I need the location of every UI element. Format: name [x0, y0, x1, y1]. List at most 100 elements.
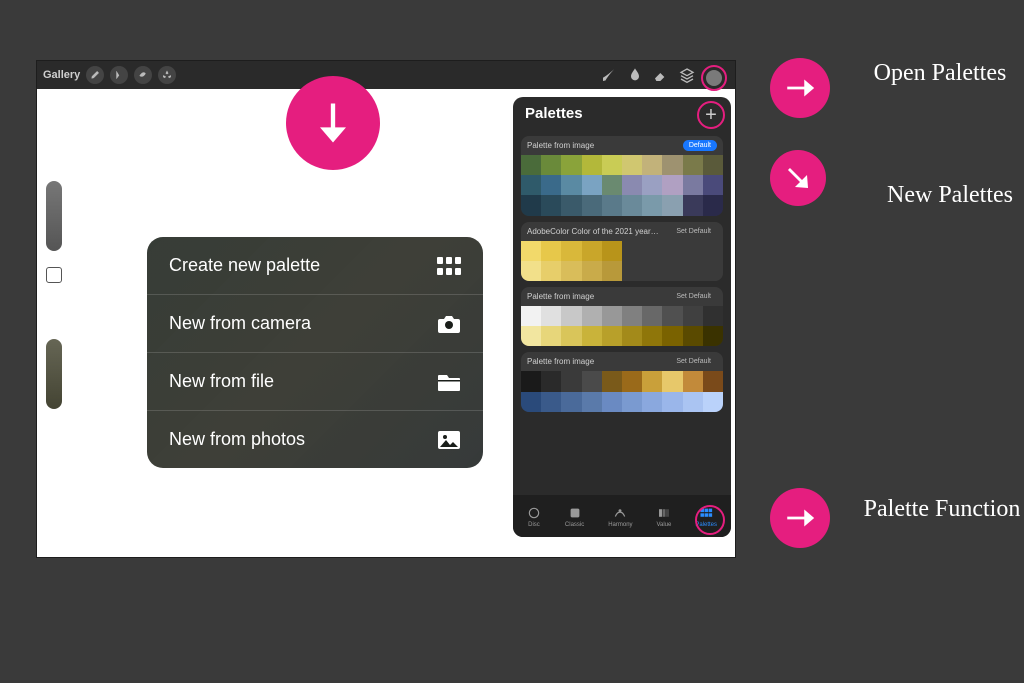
swatch[interactable] [561, 392, 581, 412]
swatch[interactable] [561, 306, 581, 326]
swatch[interactable] [622, 326, 642, 346]
swatch[interactable] [703, 306, 723, 326]
tab-value[interactable]: Value [656, 506, 671, 528]
smudge-icon[interactable] [625, 65, 645, 85]
brush-opacity-slider[interactable] [46, 339, 62, 409]
palette-card[interactable]: Palette from imageSet Default [521, 287, 723, 346]
swatch[interactable] [683, 241, 703, 261]
actions-icon[interactable] [86, 66, 104, 84]
swatch[interactable] [622, 155, 642, 175]
swatch[interactable] [662, 371, 682, 391]
swatch[interactable] [662, 175, 682, 195]
swatch[interactable] [582, 195, 602, 215]
swatch[interactable] [622, 371, 642, 391]
tab-classic[interactable]: Classic [565, 506, 584, 528]
swatch[interactable] [703, 392, 723, 412]
palette-card[interactable]: AdobeColor Color of the 2021 year…Set De… [521, 222, 723, 281]
swatch[interactable] [521, 371, 541, 391]
swatch[interactable] [561, 195, 581, 215]
brush-icon[interactable] [599, 65, 619, 85]
default-button[interactable]: Default [683, 140, 717, 151]
swatch[interactable] [683, 261, 703, 281]
swatch[interactable] [622, 306, 642, 326]
swatch[interactable] [521, 392, 541, 412]
swatch[interactable] [521, 306, 541, 326]
swatch[interactable] [662, 241, 682, 261]
swatch[interactable] [582, 306, 602, 326]
swatch[interactable] [602, 261, 622, 281]
swatch[interactable] [703, 261, 723, 281]
swatch[interactable] [642, 241, 662, 261]
swatch[interactable] [561, 241, 581, 261]
swatch[interactable] [561, 261, 581, 281]
palette-card[interactable]: Palette from imageSet Default [521, 352, 723, 411]
swatch[interactable] [541, 261, 561, 281]
swatch[interactable] [602, 155, 622, 175]
swatch[interactable] [622, 175, 642, 195]
modify-button[interactable] [46, 267, 62, 283]
swatch[interactable] [582, 261, 602, 281]
swatch[interactable] [622, 261, 642, 281]
swatch[interactable] [541, 175, 561, 195]
swatch[interactable] [622, 241, 642, 261]
swatch[interactable] [683, 392, 703, 412]
menu-item-create-new-palette[interactable]: Create new palette [147, 237, 483, 294]
swatch[interactable] [662, 155, 682, 175]
menu-item-new-from-camera[interactable]: New from camera [147, 294, 483, 352]
swatch[interactable] [541, 195, 561, 215]
swatch[interactable] [541, 306, 561, 326]
swatch[interactable] [703, 371, 723, 391]
swatch[interactable] [582, 155, 602, 175]
swatch[interactable] [602, 392, 622, 412]
transform-icon[interactable] [158, 66, 176, 84]
swatch[interactable] [541, 155, 561, 175]
swatch[interactable] [541, 392, 561, 412]
swatch[interactable] [683, 326, 703, 346]
swatch[interactable] [703, 155, 723, 175]
swatch[interactable] [622, 392, 642, 412]
swatch[interactable] [602, 306, 622, 326]
swatch[interactable] [602, 175, 622, 195]
swatch[interactable] [662, 326, 682, 346]
swatch[interactable] [683, 306, 703, 326]
swatch[interactable] [703, 195, 723, 215]
default-button[interactable]: Set Default [670, 226, 717, 237]
colors-button[interactable] [706, 70, 722, 86]
swatch[interactable] [642, 175, 662, 195]
add-palette-button[interactable]: + [705, 105, 717, 125]
swatch[interactable] [642, 306, 662, 326]
swatch[interactable] [541, 371, 561, 391]
swatch[interactable] [521, 175, 541, 195]
swatch[interactable] [521, 326, 541, 346]
swatch[interactable] [642, 261, 662, 281]
swatch[interactable] [521, 261, 541, 281]
swatch[interactable] [642, 155, 662, 175]
swatch[interactable] [662, 306, 682, 326]
swatch[interactable] [582, 392, 602, 412]
default-button[interactable]: Set Default [670, 291, 717, 302]
swatch[interactable] [622, 195, 642, 215]
swatch[interactable] [683, 175, 703, 195]
swatch[interactable] [642, 326, 662, 346]
swatch[interactable] [541, 326, 561, 346]
brush-size-slider[interactable] [46, 181, 62, 251]
gallery-button[interactable]: Gallery [43, 69, 80, 81]
swatch[interactable] [582, 241, 602, 261]
swatch[interactable] [662, 392, 682, 412]
swatch[interactable] [642, 392, 662, 412]
swatch[interactable] [561, 326, 581, 346]
swatch[interactable] [703, 241, 723, 261]
swatch[interactable] [602, 241, 622, 261]
swatch[interactable] [582, 326, 602, 346]
swatch[interactable] [582, 175, 602, 195]
swatch[interactable] [602, 371, 622, 391]
default-button[interactable]: Set Default [670, 356, 717, 367]
swatch[interactable] [642, 195, 662, 215]
swatch[interactable] [683, 155, 703, 175]
adjustments-icon[interactable] [110, 66, 128, 84]
swatch[interactable] [561, 155, 581, 175]
swatch[interactable] [582, 371, 602, 391]
palette-card[interactable]: Palette from imageDefault [521, 136, 723, 216]
menu-item-new-from-photos[interactable]: New from photos [147, 410, 483, 468]
swatch[interactable] [662, 195, 682, 215]
